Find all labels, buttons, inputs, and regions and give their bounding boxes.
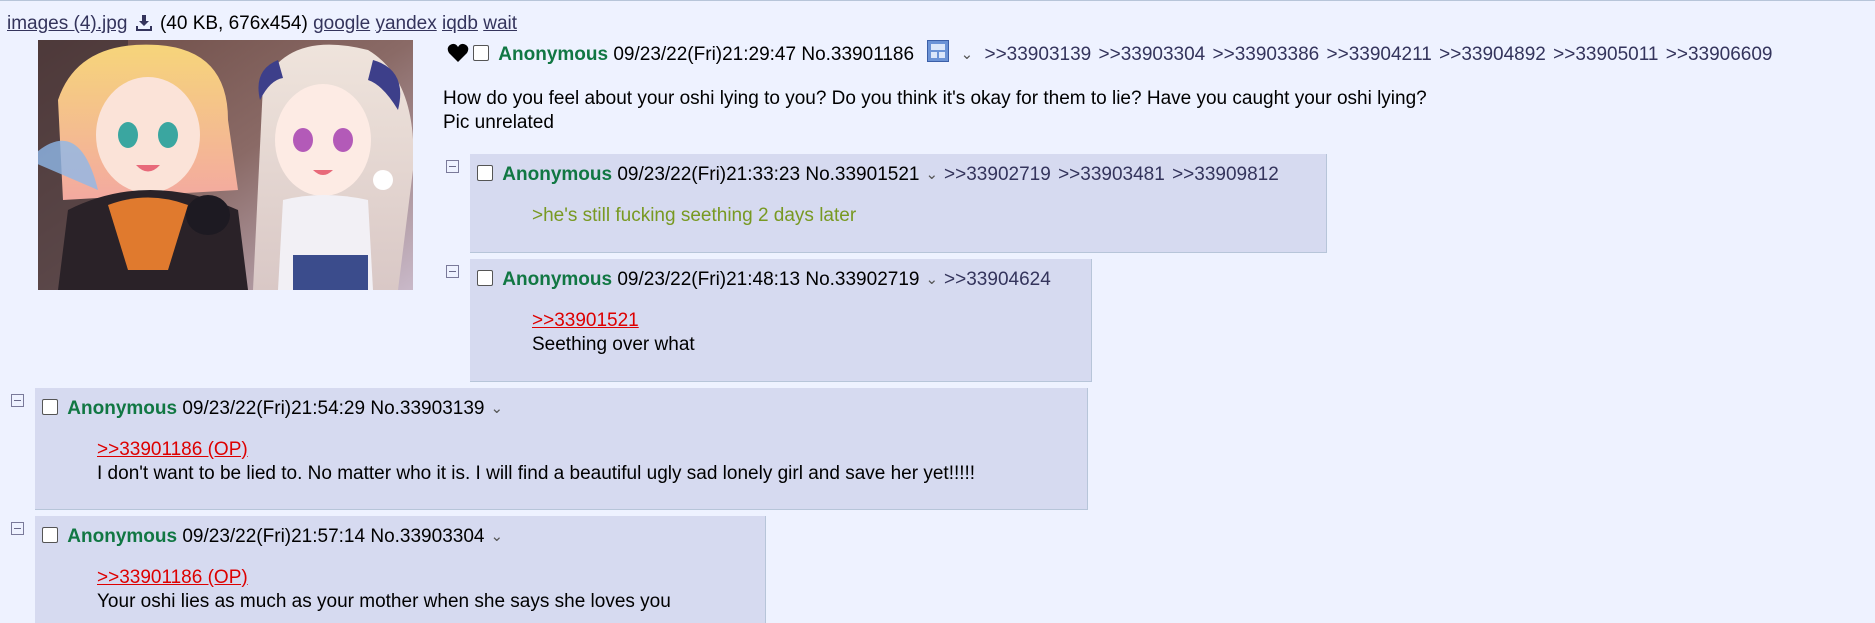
image-search-icon[interactable] — [927, 40, 950, 72]
quote-link[interactable]: >>33901521 — [532, 310, 639, 331]
backlink[interactable]: >>33904892 — [1439, 44, 1546, 65]
greentext-line: >he's still fucking seething 2 days late… — [532, 205, 857, 226]
op-backlinks: >>33903139 >>33903304 >>33903386 >>33904… — [984, 44, 1774, 65]
chevron-down-icon[interactable]: ⌄ — [925, 160, 938, 190]
op-message-line: How do you feel about your oshi lying to… — [443, 88, 1427, 109]
reply-select-checkbox[interactable] — [477, 270, 493, 286]
reply-datetime: 09/23/22(Fri)21:33:23 — [617, 164, 801, 185]
op-post-number[interactable]: No.33901186 — [801, 44, 914, 65]
chevron-down-icon[interactable]: ⌄ — [490, 394, 503, 424]
reply-text: Your oshi lies as much as your mother wh… — [97, 591, 671, 612]
reply-post-number[interactable]: No.33903139 — [370, 398, 484, 419]
op-thumbnail-image — [38, 40, 413, 290]
file-meta: (40 KB, 676x454) — [159, 13, 308, 34]
reply-datetime: 09/23/22(Fri)21:48:13 — [617, 269, 801, 290]
op-poster-name: Anonymous — [498, 44, 609, 65]
yandex-link[interactable]: yandex — [375, 13, 436, 34]
reply-header: Anonymous 09/23/22(Fri)21:33:23 No.33901… — [477, 160, 1281, 190]
backlink[interactable]: >>33902719 — [944, 164, 1051, 185]
iqdb-link[interactable]: iqdb — [442, 13, 478, 34]
backlink[interactable]: >>33904211 — [1327, 44, 1432, 65]
backlink[interactable]: >>33904624 — [944, 269, 1051, 290]
op-message: How do you feel about your oshi lying to… — [443, 87, 1427, 135]
reply-post: Anonymous 09/23/22(Fri)21:57:14 No.33903… — [35, 516, 766, 623]
quote-link[interactable]: >>33901186 (OP) — [97, 567, 248, 588]
reply-datetime: 09/23/22(Fri)21:57:14 — [182, 526, 366, 547]
chevron-down-icon[interactable]: ⌄ — [925, 265, 938, 295]
reply-header: Anonymous 09/23/22(Fri)21:54:29 No.33903… — [42, 394, 509, 424]
reply-backlinks: >>33904624 — [944, 269, 1053, 290]
reply-select-checkbox[interactable] — [42, 527, 58, 543]
chevron-down-icon[interactable]: ⌄ — [490, 522, 503, 552]
reply-text: I don't want to be lied to. No matter wh… — [97, 463, 976, 484]
reply-header: Anonymous 09/23/22(Fri)21:48:13 No.33902… — [477, 265, 1053, 295]
reply-message: >he's still fucking seething 2 days late… — [532, 204, 856, 228]
heart-icon[interactable] — [447, 43, 469, 73]
op-message-line: Pic unrelated — [443, 112, 554, 133]
file-link[interactable]: images (4).jpg — [7, 13, 127, 34]
minus-box-icon[interactable] — [446, 265, 459, 278]
top-divider — [0, 0, 1875, 1]
reply-poster-name: Anonymous — [502, 164, 613, 185]
reply-text: Seething over what — [532, 334, 695, 355]
reply-backlinks: >>33902719 >>33903481 >>33909812 — [944, 164, 1281, 185]
reply-poster-name: Anonymous — [67, 398, 178, 419]
reply-post-number[interactable]: No.33902719 — [805, 269, 919, 290]
reply-poster-name: Anonymous — [502, 269, 613, 290]
backlink[interactable]: >>33909812 — [1172, 164, 1279, 185]
reply-message: >>33901521 Seething over what — [532, 309, 695, 357]
reply-datetime: 09/23/22(Fri)21:54:29 — [182, 398, 366, 419]
op-datetime: 09/23/22(Fri)21:29:47 — [613, 44, 797, 65]
minus-box-icon[interactable] — [446, 160, 459, 173]
file-info: images (4).jpg (40 KB, 676x454) google y… — [7, 12, 517, 39]
op-post-header: Anonymous 09/23/22(Fri)21:29:47 No.33901… — [447, 40, 1775, 73]
reply-select-checkbox[interactable] — [42, 399, 58, 415]
reply-post: Anonymous 09/23/22(Fri)21:54:29 No.33903… — [35, 388, 1088, 510]
reply-message: >>33901186 (OP) Your oshi lies as much a… — [97, 566, 671, 614]
google-link[interactable]: google — [313, 13, 370, 34]
backlink[interactable]: >>33906609 — [1666, 44, 1773, 65]
reply-post: Anonymous 09/23/22(Fri)21:33:23 No.33901… — [470, 154, 1327, 253]
reply-poster-name: Anonymous — [67, 526, 178, 547]
reply-message: >>33901186 (OP) I don't want to be lied … — [97, 438, 975, 486]
op-thumbnail[interactable] — [38, 40, 413, 290]
reply-post-number[interactable]: No.33903304 — [370, 526, 484, 547]
backlink[interactable]: >>33903481 — [1058, 164, 1165, 185]
backlink[interactable]: >>33903139 — [984, 44, 1091, 65]
reply-post: Anonymous 09/23/22(Fri)21:48:13 No.33902… — [470, 259, 1092, 382]
minus-box-icon[interactable] — [11, 522, 24, 535]
minus-box-icon[interactable] — [11, 394, 24, 407]
reply-header: Anonymous 09/23/22(Fri)21:57:14 No.33903… — [42, 522, 509, 552]
reply-post-number[interactable]: No.33901521 — [805, 164, 919, 185]
backlink[interactable]: >>33903386 — [1213, 44, 1320, 65]
reply-select-checkbox[interactable] — [477, 165, 493, 181]
download-icon[interactable] — [135, 14, 153, 39]
op-select-checkbox[interactable] — [473, 45, 489, 61]
backlink[interactable]: >>33903304 — [1099, 44, 1206, 65]
backlink[interactable]: >>33905011 — [1553, 44, 1658, 65]
chevron-down-icon[interactable]: ⌄ — [961, 40, 974, 70]
wait-link[interactable]: wait — [483, 13, 517, 34]
quote-link[interactable]: >>33901186 (OP) — [97, 439, 248, 460]
